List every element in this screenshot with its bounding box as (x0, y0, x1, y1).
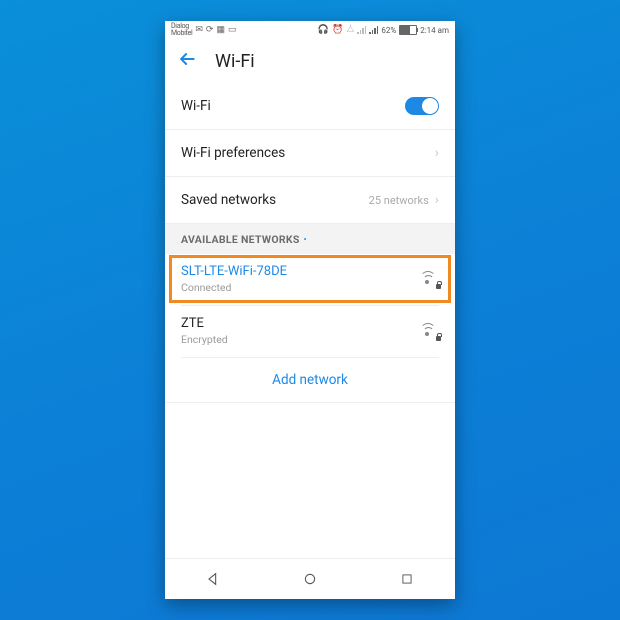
alarm-icon: ⏰ (332, 26, 343, 35)
page-title: Wi-Fi (215, 51, 255, 72)
nav-bar (165, 558, 455, 599)
clock: 2:14 am (420, 26, 449, 35)
battery-icon (399, 25, 417, 35)
mail-icon: ✉ (195, 26, 203, 35)
status-bar: Dialog Mobitel ✉ ⟳ ▦ ▭ 🎧 ⏰ ⧊ 62% 2:14 am (165, 21, 455, 39)
network-ssid: ZTE (181, 316, 228, 331)
nav-home-button[interactable] (290, 559, 330, 599)
headset-icon: 🎧 (318, 26, 329, 35)
network-item-connected[interactable]: SLT-LTE-WiFi-78DE Connected (165, 254, 455, 305)
square-recents-icon (400, 572, 414, 586)
wifi-signal-lock-icon (421, 271, 439, 287)
circle-home-icon (302, 571, 318, 587)
wifi-signal-lock-icon (421, 323, 439, 339)
battery-percent: 62% (381, 26, 396, 35)
nav-recents-button[interactable] (387, 559, 427, 599)
network-status: Encrypted (181, 333, 228, 346)
row-wifi-toggle[interactable]: Wi-Fi (165, 83, 455, 130)
add-network-label: Add network (272, 372, 348, 388)
empty-fill (165, 403, 455, 558)
row-saved-networks[interactable]: Saved networks 25 networks › (165, 177, 455, 224)
network-ssid: SLT-LTE-WiFi-78DE (181, 264, 287, 279)
saved-networks-count: 25 networks (369, 194, 429, 207)
signal-1-icon (357, 26, 366, 34)
network-status: Connected (181, 281, 287, 294)
section-available-label: AVAILABLE NETWORKS (181, 233, 300, 246)
wifi-status-icon: ⧊ (346, 26, 354, 35)
add-network-button[interactable]: Add network (165, 358, 455, 403)
saved-networks-label: Saved networks (181, 192, 276, 208)
refresh-indicator-icon: • (304, 235, 307, 244)
carrier-label: Dialog Mobitel (171, 23, 192, 37)
arrow-left-icon (177, 49, 197, 69)
row-wifi-preferences[interactable]: Wi-Fi preferences › (165, 130, 455, 177)
wifi-prefs-label: Wi-Fi preferences (181, 145, 285, 161)
phone-frame: Dialog Mobitel ✉ ⟳ ▦ ▭ 🎧 ⏰ ⧊ 62% 2:14 am (165, 21, 455, 599)
app-bar: Wi-Fi (165, 39, 455, 83)
wifi-toggle[interactable] (405, 97, 439, 115)
image-icon: ▦ (216, 26, 225, 35)
chevron-right-icon: › (435, 192, 439, 208)
triangle-back-icon (205, 571, 221, 587)
section-available-header: AVAILABLE NETWORKS • (165, 224, 455, 254)
signal-2-icon (369, 26, 378, 34)
screen-icon: ▭ (228, 26, 237, 35)
chevron-right-icon: › (435, 145, 439, 161)
nav-back-button[interactable] (193, 559, 233, 599)
sync-icon: ⟳ (206, 26, 214, 35)
network-item[interactable]: ZTE Encrypted (165, 306, 455, 357)
wifi-toggle-label: Wi-Fi (181, 98, 211, 114)
back-button[interactable] (177, 49, 197, 73)
